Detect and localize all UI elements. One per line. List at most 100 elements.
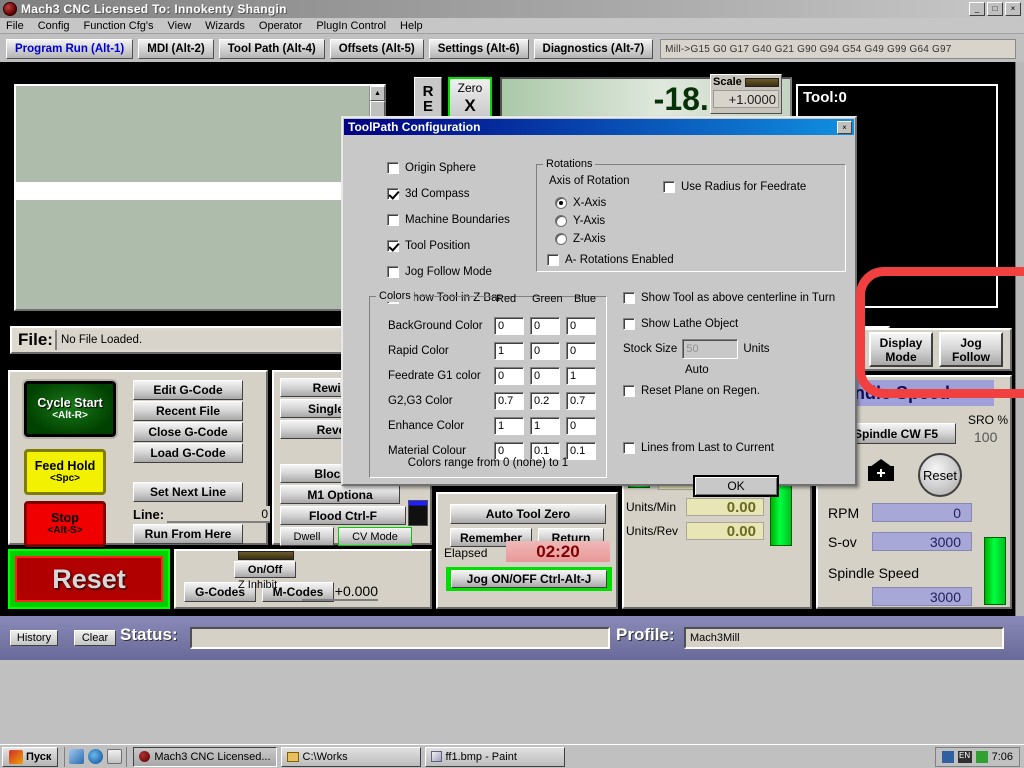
stop-button[interactable]: Stop <Alt-S> (24, 501, 106, 547)
checkbox-show-lathe-object[interactable]: Show Lathe Object (623, 314, 849, 333)
run-from-here-button[interactable]: Run From Here (133, 524, 243, 544)
close-gcode-button[interactable]: Close G-Code (133, 422, 243, 442)
dialog-title-bar[interactable]: ToolPath Configuration × (344, 119, 854, 135)
tab-program-run[interactable]: Program Run (Alt-1) (6, 39, 134, 59)
tab-mdi[interactable]: MDI (Alt-2) (138, 39, 214, 59)
gcode-selected-row[interactable] (16, 182, 373, 200)
machine-boundaries-checkbox-icon[interactable] (387, 213, 399, 226)
z-inhibit-value[interactable]: +0.000 (302, 583, 378, 601)
checkbox-lines-last-to-current[interactable]: Lines from Last to Current (623, 438, 849, 457)
feed-hold-button[interactable]: Feed Hold <Spc> (24, 449, 106, 495)
spindle-reset-button[interactable]: Reset (918, 453, 962, 497)
cycle-start-button[interactable]: Cycle Start <Alt-R> (24, 381, 116, 437)
g2g3-color-red[interactable]: 0.7 (494, 391, 524, 410)
g2g3-color-blue[interactable]: 0.7 (566, 391, 596, 410)
tab-diagnostics[interactable]: Diagnostics (Alt-7) (533, 39, 654, 59)
radio-z-axis[interactable]: Z-Axis (555, 229, 606, 248)
origin-sphere-checkbox-icon[interactable] (387, 161, 399, 174)
sro-percent-value[interactable]: 100 (974, 429, 997, 445)
sov-value[interactable]: 3000 (872, 532, 972, 551)
rapid-color-red[interactable]: 1 (494, 341, 524, 360)
rapid-color-blue[interactable]: 0 (566, 341, 596, 360)
background-color-red[interactable]: 0 (494, 316, 524, 335)
maximize-button[interactable]: □ (987, 2, 1003, 16)
load-gcode-button[interactable]: Load G-Code (133, 443, 243, 463)
tab-offsets[interactable]: Offsets (Alt-5) (329, 39, 424, 59)
scrollbar-thumb[interactable] (370, 101, 385, 117)
minimize-button[interactable]: _ (969, 2, 985, 16)
checkbox-a-rotations-enabled[interactable]: A- Rotations Enabled (547, 250, 674, 269)
clear-button[interactable]: Clear (74, 630, 116, 646)
use-radius-checkbox-icon[interactable] (663, 180, 675, 193)
menu-item-operator[interactable]: Operator (259, 20, 302, 32)
menu-item-help[interactable]: Help (400, 20, 423, 32)
auto-tool-zero-button[interactable]: Auto Tool Zero (450, 504, 606, 524)
taskbar-item-paint[interactable]: ff1.bmp - Paint (424, 746, 565, 767)
menu-item-config[interactable]: Config (38, 20, 70, 32)
3d-compass-checkbox-icon[interactable] (387, 187, 399, 200)
gcode-list-box[interactable]: ▲ (14, 84, 386, 311)
y-axis-radio-icon[interactable] (555, 214, 567, 227)
internet-explorer-icon[interactable] (88, 749, 104, 764)
background-color-green[interactable]: 0 (530, 316, 560, 335)
rapid-color-green[interactable]: 0 (530, 341, 560, 360)
z-inhibit-onoff-button[interactable]: On/Off (234, 561, 296, 578)
start-button[interactable]: Пуск (2, 746, 59, 767)
reset-plane-checkbox-icon[interactable] (623, 384, 635, 397)
z-axis-radio-icon[interactable] (555, 232, 567, 245)
ok-button[interactable]: OK (693, 475, 779, 497)
tool-position-checkbox-icon[interactable] (387, 239, 399, 252)
menu-item-function-cfgs[interactable]: Function Cfg's (84, 20, 154, 32)
spindle-speed-value[interactable]: 3000 (872, 587, 972, 606)
feedrate-g1-color-green[interactable]: 0 (530, 366, 560, 385)
checkbox-use-radius-feedrate[interactable]: Use Radius for Feedrate (663, 177, 806, 196)
line-number-field[interactable]: 0 (167, 505, 270, 523)
rpm-value[interactable]: 0 (872, 503, 972, 522)
dwell-button[interactable]: Dwell (280, 527, 334, 546)
enhance-color-blue[interactable]: 0 (566, 416, 596, 435)
set-next-line-button[interactable]: Set Next Line (133, 482, 243, 502)
checkbox-show-tool-centerline[interactable]: Show Tool as above centerline in Turn (623, 288, 849, 307)
jog-follow-button[interactable]: Jog Follow (939, 332, 1003, 367)
feedrate-g1-color-blue[interactable]: 1 (566, 366, 596, 385)
enhance-color-green[interactable]: 1 (530, 416, 560, 435)
show-lathe-object-checkbox-icon[interactable] (623, 317, 635, 330)
cv-mode-button[interactable]: CV Mode (338, 527, 412, 546)
taskbar-clock[interactable]: 7:06 (992, 751, 1013, 763)
flood-button[interactable]: Flood Ctrl-F (280, 506, 406, 525)
scroll-up-icon[interactable]: ▲ (370, 86, 385, 101)
radio-x-axis[interactable]: X-Axis (555, 193, 606, 212)
tab-settings[interactable]: Settings (Alt-6) (428, 39, 529, 59)
show-tool-centerline-checkbox-icon[interactable] (623, 291, 635, 304)
background-color-blue[interactable]: 0 (566, 316, 596, 335)
reset-button[interactable]: Reset (8, 549, 170, 609)
tab-tool-path[interactable]: Tool Path (Alt-4) (218, 39, 325, 59)
recent-file-button[interactable]: Recent File (133, 401, 243, 421)
taskbar-item-mach3[interactable]: Mach3 CNC Licensed... (133, 746, 277, 767)
units-min-value[interactable]: 0.00 (686, 498, 764, 516)
menu-item-plugin-control[interactable]: PlugIn Control (316, 20, 386, 32)
taskbar-item-works[interactable]: C:\Works (280, 746, 421, 767)
jog-onoff-button[interactable]: Jog ON/OFF Ctrl-Alt-J (451, 570, 607, 588)
notepad-icon[interactable] (107, 749, 123, 764)
x-axis-radio-icon[interactable] (555, 196, 567, 209)
checkbox-reset-plane-on-regen[interactable]: Reset Plane on Regen. (623, 381, 849, 400)
tray-status-icon[interactable] (975, 750, 988, 763)
zero-x-button[interactable]: Zero X (448, 77, 492, 121)
stock-size-field[interactable]: 50 (682, 339, 739, 359)
volume-icon[interactable] (941, 750, 954, 763)
dialog-close-icon[interactable]: × (837, 120, 852, 134)
menu-item-wizards[interactable]: Wizards (205, 20, 245, 32)
units-rev-value[interactable]: 0.00 (686, 522, 764, 540)
edit-gcode-button[interactable]: Edit G-Code (133, 380, 243, 400)
close-button[interactable]: × (1005, 2, 1021, 16)
scale-value[interactable]: +1.0000 (713, 90, 779, 108)
menu-item-view[interactable]: View (168, 20, 192, 32)
network-icon[interactable]: EN (957, 750, 972, 763)
a-rotations-checkbox-icon[interactable] (547, 253, 559, 266)
display-mode-button[interactable]: Display Mode (869, 332, 933, 367)
menu-item-file[interactable]: File (6, 20, 24, 32)
enhance-color-red[interactable]: 1 (494, 416, 524, 435)
home-icon[interactable] (868, 459, 894, 481)
history-button[interactable]: History (10, 630, 58, 646)
